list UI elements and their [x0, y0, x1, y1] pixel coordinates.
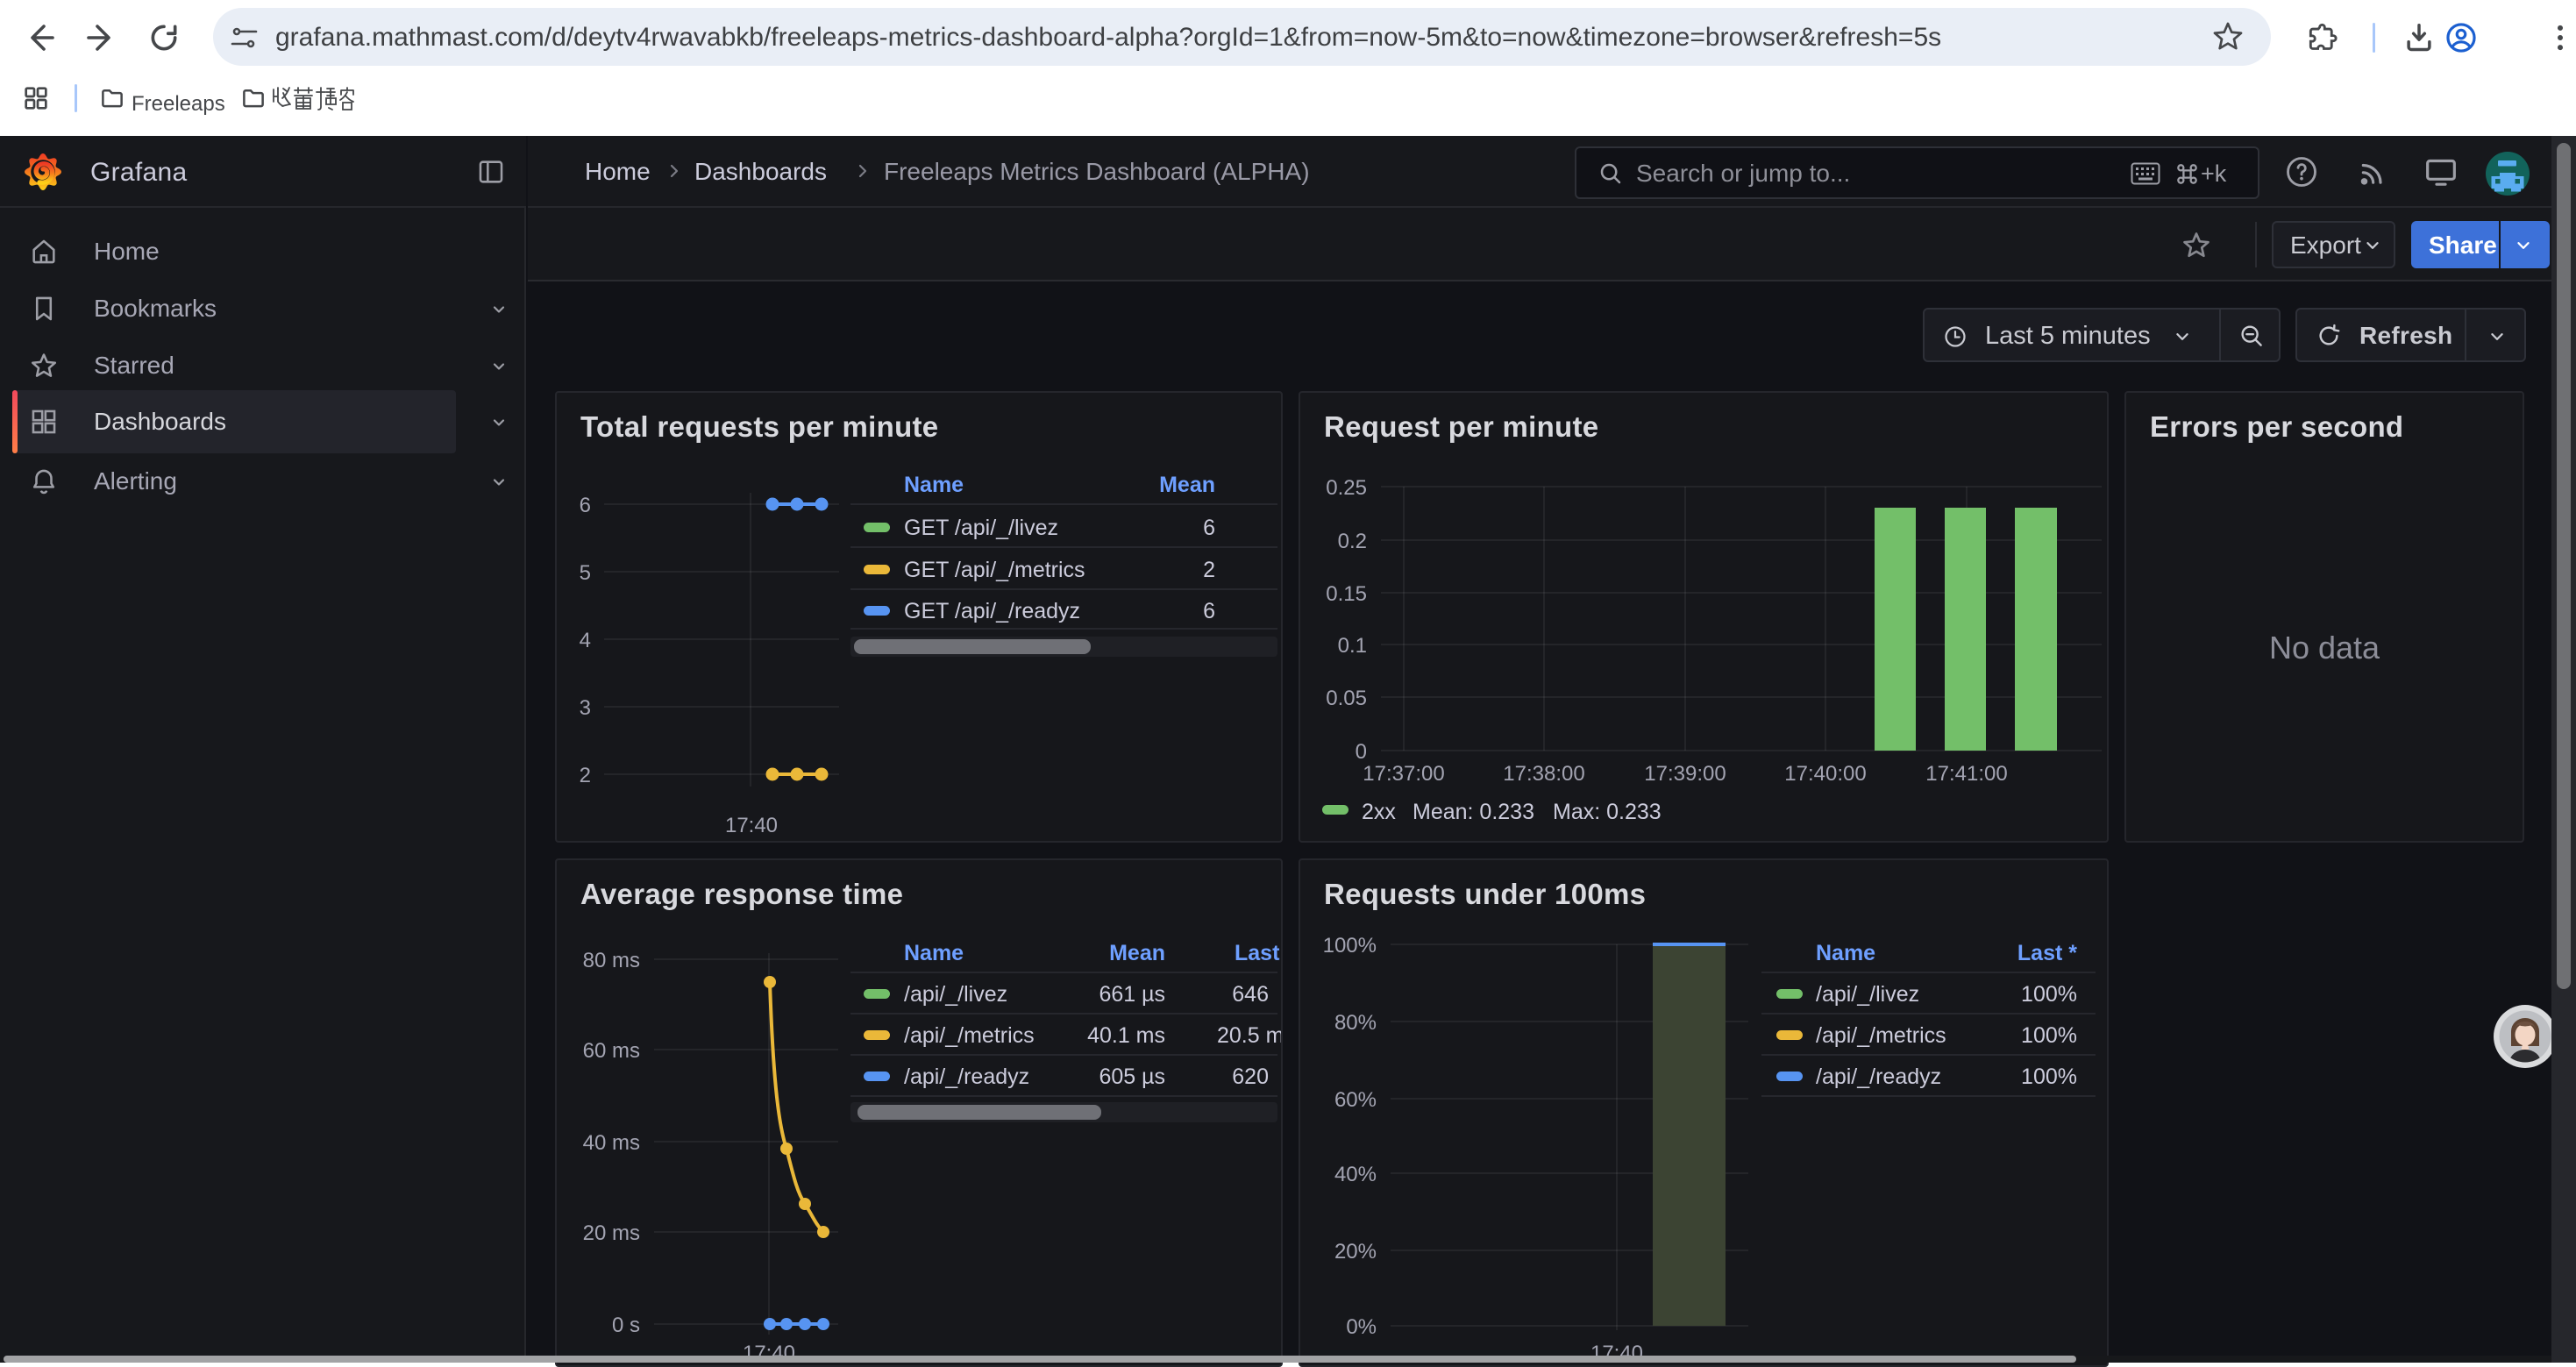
svg-text:20.5 ms: 20.5 ms	[1217, 1023, 1281, 1048]
svg-text:Name: Name	[904, 473, 964, 497]
svg-text:4: 4	[580, 629, 591, 652]
svg-text:Mean: 0.233: Mean: 0.233	[1413, 800, 1534, 824]
svg-text:GET /api/_/livez: GET /api/_/livez	[904, 516, 1058, 540]
svg-text:/api/_/readyz: /api/_/readyz	[904, 1064, 1029, 1089]
svg-text:Mean: Mean	[1159, 473, 1215, 497]
svg-text:0.25: 0.25	[1326, 476, 1367, 500]
svg-text:2: 2	[1203, 558, 1215, 582]
svg-text:100%: 100%	[2021, 1023, 2077, 1048]
svg-text:Mean: Mean	[1109, 941, 1165, 965]
svg-text:6: 6	[1203, 516, 1215, 540]
svg-text:5: 5	[580, 561, 591, 585]
svg-text:17:41:00: 17:41:00	[1925, 762, 2007, 786]
svg-text:Last *: Last *	[1235, 941, 1281, 965]
svg-text:Max: 0.233: Max: 0.233	[1553, 800, 1662, 824]
svg-text:80 ms: 80 ms	[583, 949, 640, 972]
svg-text:100%: 100%	[2021, 1064, 2077, 1089]
svg-text:20%: 20%	[1334, 1240, 1377, 1264]
svg-text:/api/_/livez: /api/_/livez	[904, 982, 1007, 1007]
svg-text:20 ms: 20 ms	[583, 1221, 640, 1245]
svg-text:2xx: 2xx	[1362, 800, 1396, 824]
svg-text:/api/_/readyz: /api/_/readyz	[1816, 1064, 1941, 1089]
svg-text:Last *: Last *	[2017, 941, 2077, 965]
svg-text:17:37:00: 17:37:00	[1363, 762, 1444, 786]
svg-text:GET /api/_/readyz: GET /api/_/readyz	[904, 599, 1080, 623]
svg-text:17:38:00: 17:38:00	[1503, 762, 1584, 786]
svg-text:661 µs: 661 µs	[1099, 982, 1165, 1007]
svg-text:100%: 100%	[2021, 982, 2077, 1007]
svg-text:605 µs: 605 µs	[1099, 1064, 1165, 1089]
svg-text:100%: 100%	[1323, 934, 1377, 958]
svg-text:0.1: 0.1	[1338, 634, 1367, 658]
svg-text:3: 3	[580, 696, 591, 720]
svg-text:6: 6	[1203, 599, 1215, 623]
svg-text:620: 620	[1232, 1064, 1269, 1089]
svg-text:Name: Name	[1816, 941, 1875, 965]
svg-text:Name: Name	[904, 941, 964, 965]
svg-text:0.15: 0.15	[1326, 582, 1367, 606]
svg-text:0.05: 0.05	[1326, 687, 1367, 710]
svg-text:GET /api/_/metrics: GET /api/_/metrics	[904, 558, 1085, 582]
svg-text:60%: 60%	[1334, 1088, 1377, 1112]
svg-text:/api/_/metrics: /api/_/metrics	[904, 1023, 1035, 1048]
svg-text:80%: 80%	[1334, 1011, 1377, 1035]
svg-text:40 ms: 40 ms	[583, 1131, 640, 1155]
svg-text:2: 2	[580, 764, 591, 787]
svg-text:0 s: 0 s	[612, 1314, 640, 1337]
svg-text:60 ms: 60 ms	[583, 1039, 640, 1063]
svg-text:40.1 ms: 40.1 ms	[1087, 1023, 1165, 1048]
svg-text:17:39:00: 17:39:00	[1644, 762, 1726, 786]
svg-text:/api/_/livez: /api/_/livez	[1816, 982, 1919, 1007]
svg-text:17:40: 17:40	[725, 814, 778, 837]
svg-text:6: 6	[580, 494, 591, 517]
svg-text:0.2: 0.2	[1338, 530, 1367, 553]
svg-text:0: 0	[1356, 740, 1367, 764]
svg-text:646: 646	[1232, 982, 1269, 1007]
svg-text:17:40:00: 17:40:00	[1784, 762, 1866, 786]
svg-text:40%: 40%	[1334, 1163, 1377, 1186]
svg-text:/api/_/metrics: /api/_/metrics	[1816, 1023, 1946, 1048]
svg-text:0%: 0%	[1346, 1315, 1377, 1339]
